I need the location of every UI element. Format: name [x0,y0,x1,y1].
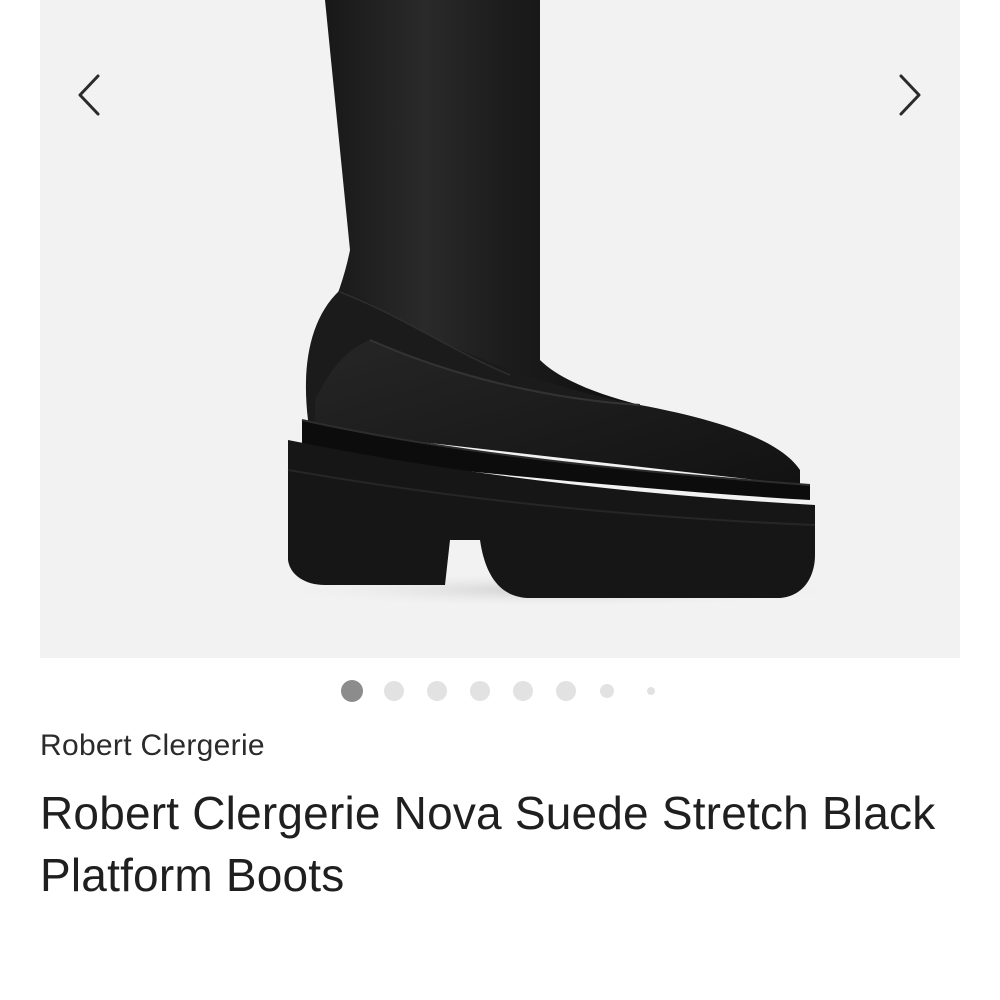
product-brand[interactable]: Robert Clergerie [40,726,265,766]
gallery-dot-6[interactable] [556,681,576,701]
gallery-dot-8[interactable] [647,687,655,695]
next-image-button[interactable] [885,68,935,122]
gallery-dot-5[interactable] [513,681,533,701]
gallery-dot-2[interactable] [384,681,404,701]
gallery-dot-4[interactable] [470,681,490,701]
gallery-dot-1[interactable] [341,680,363,702]
product-page: Robert Clergerie Robert Clergerie Nova S… [0,0,1000,1000]
previous-image-button[interactable] [64,68,114,122]
chevron-left-icon [78,74,100,116]
gallery-pagination [0,680,1000,702]
product-title: Robert Clergerie Nova Suede Stretch Blac… [40,787,936,901]
gallery-dot-3[interactable] [427,681,447,701]
product-image-gallery[interactable] [40,0,960,658]
chevron-right-icon [899,74,921,116]
gallery-dot-7[interactable] [600,684,614,698]
product-image [260,0,860,608]
